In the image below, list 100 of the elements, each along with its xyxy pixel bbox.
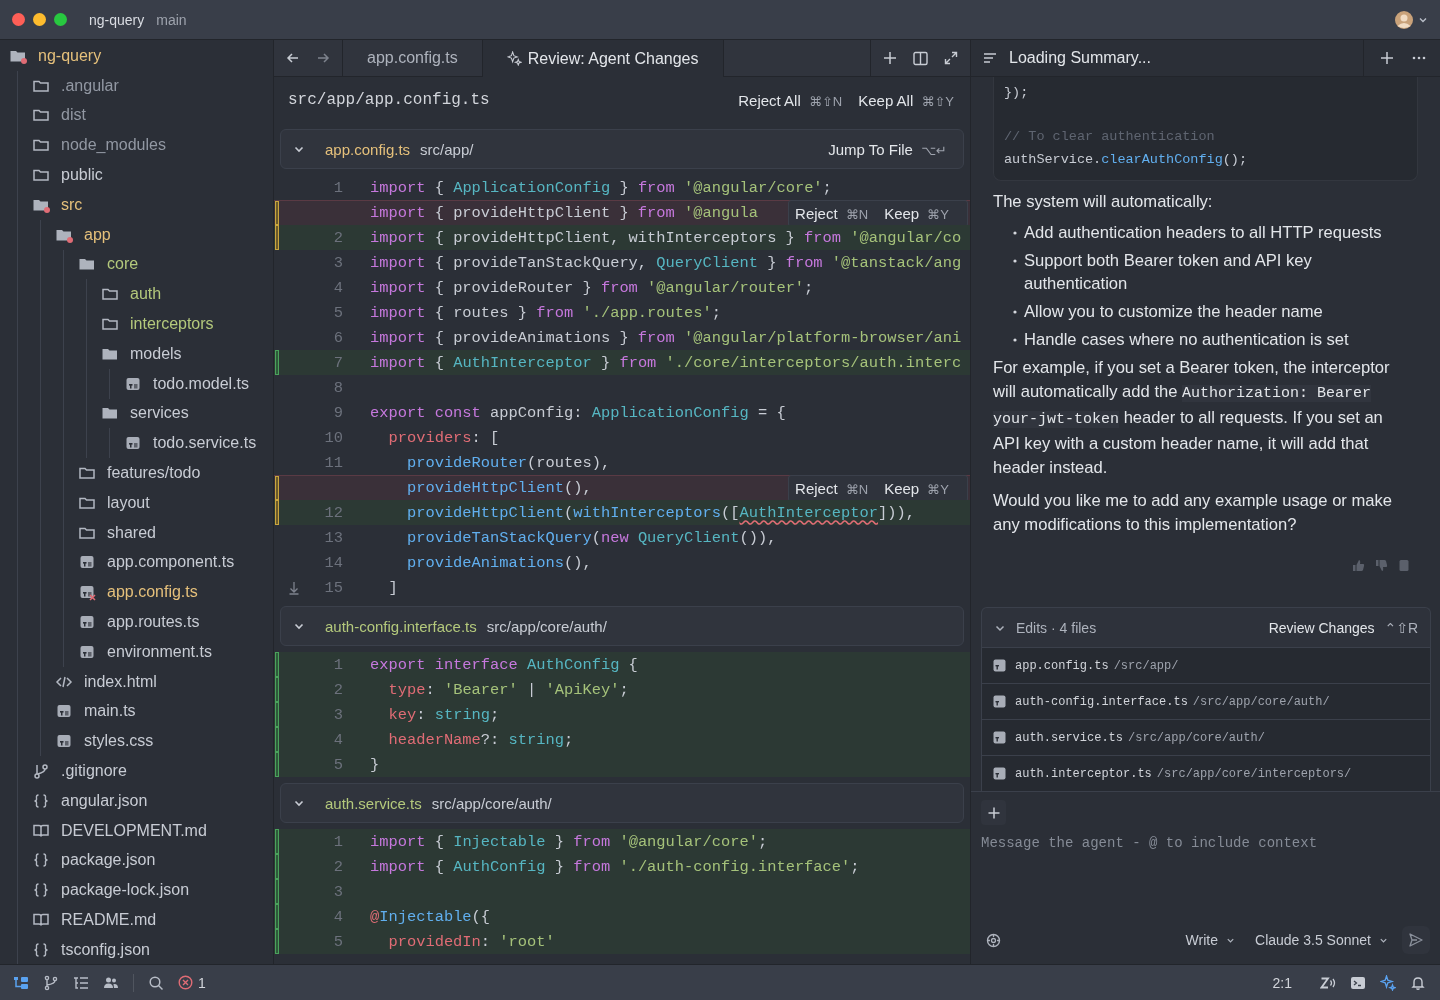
- file-header[interactable]: auth-config.interface.ts src/app/core/auth/: [280, 606, 964, 646]
- keep-button[interactable]: Keep ⌘Y: [884, 205, 949, 222]
- line-number: 9: [332, 403, 343, 422]
- code-text: key: string;: [387, 705, 500, 724]
- file-path: /src/app/core/interceptors/: [1156, 766, 1352, 781]
- tree-item[interactable]: src: [0, 190, 273, 220]
- file-name: auth.interceptor.ts: [1015, 766, 1152, 781]
- tree-item[interactable]: environment.ts: [0, 636, 273, 667]
- tree-item[interactable]: .angular: [0, 70, 273, 101]
- code-text: ]: [387, 578, 398, 597]
- keep-button[interactable]: Keep ⌘Y: [884, 480, 949, 497]
- model-dropdown[interactable]: Claude 3.5 Sonnet: [1255, 932, 1388, 948]
- tree-item[interactable]: app.routes.ts: [0, 607, 273, 637]
- tree-item[interactable]: app: [0, 219, 273, 250]
- message-text: For example, if you set a Bearer token, the interceptor will automatically add the Authorization: Bearer your-jwt-token header to all requests. If you set an API key with a custom header name, it will add that header instead.: [993, 357, 1391, 479]
- tree-item[interactable]: interceptors: [0, 309, 273, 339]
- line-number: 1: [332, 832, 343, 851]
- tree-item[interactable]: tsconfig.json: [0, 934, 273, 964]
- code-text: type: 'Bearer' | 'ApiKey';: [387, 680, 629, 699]
- tree-item[interactable]: package-lock.json: [0, 875, 273, 906]
- tree-item[interactable]: public: [0, 160, 273, 190]
- tree-item[interactable]: todo.service.ts: [0, 428, 273, 459]
- line-number: 13: [323, 528, 343, 547]
- code-text: headerName?: string;: [387, 730, 574, 749]
- keep-all-button[interactable]: Keep All ⌘⇧Y: [858, 91, 954, 109]
- line-number: 3: [332, 253, 343, 272]
- line-number: 2: [332, 228, 343, 247]
- tree-item[interactable]: core: [0, 249, 273, 280]
- line-number: 1: [332, 178, 343, 197]
- message-text: Would you like me to add any example usage or make any modifications to this implementation?: [993, 490, 1394, 536]
- line-number: 2: [332, 680, 343, 699]
- code-text: import { Injectable } from '@angular/core';: [370, 832, 768, 851]
- tree-item[interactable]: todo.model.ts: [0, 368, 273, 399]
- error-count[interactable]: 1: [178, 974, 206, 991]
- code-text: providedIn: 'root': [387, 932, 555, 951]
- tree-item[interactable]: README.md: [0, 905, 273, 935]
- code-text: provideHttpClient(),: [405, 479, 592, 497]
- file-path: /src/app/core/auth/: [1128, 730, 1265, 745]
- file-header[interactable]: auth.service.ts src/app/core/auth/: [280, 783, 964, 823]
- line-number: 4: [332, 907, 343, 926]
- bullet-text: Support both Bearer token and API key authentication: [1024, 250, 1313, 295]
- file-name: app.config.ts: [1015, 658, 1109, 673]
- panel-title: Loading Summary...: [1009, 49, 1151, 67]
- tree-item[interactable]: DEVELOPMENT.md: [0, 815, 273, 846]
- tree-item[interactable]: node_modules: [0, 130, 273, 161]
- editor-tab[interactable]: app.config.ts: [343, 40, 483, 76]
- code-text: import { provideTanStackQuery, QueryClient } from '@tanstack/ang: [370, 253, 962, 272]
- code-text: import { provideHttpClient, withInterceptors } from '@angular/co: [370, 228, 962, 247]
- editor-tab[interactable]: Review: Agent Changes: [482, 40, 724, 77]
- edited-file-row[interactable]: auth.service.ts /src/app/core/auth/: [982, 719, 1430, 755]
- project-name[interactable]: ng-query: [89, 11, 145, 28]
- tree-item[interactable]: dist: [0, 100, 273, 131]
- tree-item[interactable]: app.config.ts: [0, 577, 273, 608]
- tree-item[interactable]: auth: [0, 279, 273, 310]
- tree-item[interactable]: services: [0, 398, 273, 429]
- tree-item[interactable]: shared: [0, 517, 273, 548]
- reject-button[interactable]: Reject ⌘N: [795, 205, 869, 222]
- code-text: authService.clearAuthConfig();: [1004, 151, 1249, 169]
- bullet-text: Add authentication headers to all HTTP requests: [1024, 222, 1382, 244]
- tree-item[interactable]: angular.json: [0, 785, 273, 816]
- edited-file-row[interactable]: auth.interceptor.ts /src/app/core/interceptors/: [982, 755, 1430, 791]
- tree-item[interactable]: main.ts: [0, 696, 273, 727]
- file-path: src/app/core/auth/: [431, 794, 552, 812]
- tree-item[interactable]: .gitignore: [0, 756, 273, 786]
- reject-all-button[interactable]: Reject All ⌘⇧N: [738, 91, 843, 109]
- tree-item[interactable]: styles.css: [0, 726, 273, 757]
- tree-item[interactable]: features/todo: [0, 458, 273, 488]
- tree-item[interactable]: layout: [0, 487, 273, 518]
- code-text: provideTanStackQuery(new QueryClient()),: [405, 528, 777, 547]
- tree-item[interactable]: index.html: [0, 666, 273, 697]
- line-number: 15: [323, 578, 343, 597]
- code-text: export const appConfig: ApplicationConfig = {: [370, 403, 786, 422]
- code-text: }: [370, 755, 380, 774]
- line-number: 5: [332, 932, 343, 951]
- tree-item[interactable]: models: [0, 338, 273, 369]
- code-text: import { AuthConfig } from './auth-config.interface';: [370, 857, 860, 876]
- code-text: import { provideHttpClient } from '@angula: [370, 204, 758, 222]
- message-field[interactable]: Message the agent - @ to include context: [981, 835, 1430, 926]
- message-text: The system will automatically:: [993, 191, 1214, 213]
- tree-item[interactable]: package.json: [0, 845, 273, 876]
- mode-dropdown[interactable]: Write: [1185, 932, 1235, 948]
- file-name: auth.service.ts: [325, 794, 422, 812]
- tree-item[interactable]: ng-query: [0, 41, 273, 71]
- line-number: 12: [323, 503, 343, 522]
- review-changes-button[interactable]: Review Changes ⌃⇧R: [1268, 619, 1418, 636]
- file-name: auth-config.interface.ts: [325, 617, 477, 635]
- branch-name[interactable]: main: [156, 11, 187, 28]
- file-header[interactable]: app.config.ts src/app/ Jump To File ⌥↵: [280, 129, 964, 169]
- line-number: 4: [332, 730, 343, 749]
- jump-to-file-button[interactable]: Jump To File ⌥↵: [828, 140, 947, 158]
- reject-button[interactable]: Reject ⌘N: [795, 480, 869, 497]
- line-number: 1: [332, 655, 343, 674]
- code-text: import { provideAnimations } from '@angular/platform-browser/ani: [370, 328, 962, 347]
- cursor-position[interactable]: 2:1: [1272, 974, 1292, 991]
- line-number: 2: [332, 857, 343, 876]
- code-text: import { ApplicationConfig } from '@angular/core';: [370, 178, 832, 197]
- line-number: 4: [332, 278, 343, 297]
- edited-file-row[interactable]: auth-config.interface.ts /src/app/core/auth/: [982, 683, 1430, 719]
- edited-file-row[interactable]: app.config.ts /src/app/: [982, 647, 1430, 683]
- tree-item[interactable]: app.component.ts: [0, 547, 273, 578]
